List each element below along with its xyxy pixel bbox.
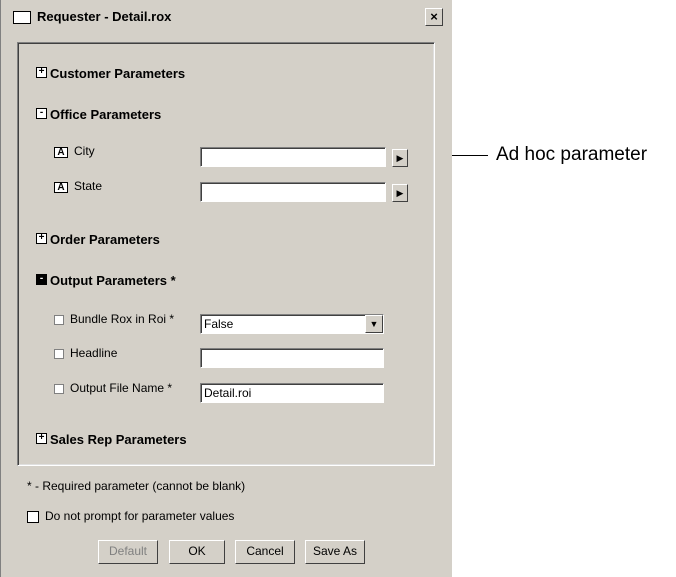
no-prompt-label: Do not prompt for parameter values	[45, 509, 235, 523]
no-prompt-option[interactable]: Do not prompt for parameter values	[27, 509, 234, 523]
parameters-panel: + Customer Parameters - Office Parameters …	[17, 42, 435, 466]
arrow-right-icon: ▶	[396, 153, 404, 163]
section-label: Customer Parameters	[50, 66, 186, 82]
city-input[interactable]	[200, 147, 386, 167]
city-arrow-button[interactable]: ▶	[392, 149, 408, 167]
section-label: Office Parameters	[50, 107, 162, 123]
filename-param-label: Output File Name *	[54, 381, 172, 395]
close-button[interactable]: ×	[425, 8, 443, 26]
ad-hoc-icon: A	[54, 182, 68, 193]
city-label: City	[74, 144, 95, 158]
section-sales-rep-parameters[interactable]: + Sales Rep Parameters	[36, 431, 187, 449]
headline-input[interactable]	[200, 348, 384, 368]
section-label: Output Parameters *	[50, 273, 176, 289]
collapse-icon[interactable]: -	[36, 274, 47, 286]
headline-checkbox[interactable]	[54, 348, 64, 359]
no-prompt-checkbox[interactable]	[27, 510, 39, 523]
state-input[interactable]	[200, 182, 386, 202]
bundle-label: Bundle Rox in Roi *	[70, 312, 175, 326]
default-button[interactable]: Default	[98, 540, 158, 564]
window-title: Requester - Detail.rox	[37, 9, 172, 24]
requester-dialog: Requester - Detail.rox × + Customer Param…	[0, 0, 452, 577]
state-label: State	[74, 179, 103, 193]
expand-icon[interactable]: +	[36, 233, 47, 245]
collapse-icon[interactable]: -	[36, 108, 47, 120]
window-icon	[13, 11, 31, 24]
section-customer-parameters[interactable]: + Customer Parameters	[36, 65, 185, 83]
expand-icon[interactable]: +	[36, 67, 47, 79]
chevron-down-icon: ▼	[369, 319, 379, 329]
bundle-select[interactable]: False	[200, 314, 384, 334]
arrow-right-icon: ▶	[396, 188, 404, 198]
title-bar: Requester - Detail.rox ×	[7, 6, 447, 30]
headline-label: Headline	[70, 346, 118, 360]
headline-param-label: Headline	[54, 346, 117, 360]
section-office-parameters[interactable]: - Office Parameters	[36, 106, 161, 124]
bundle-param-label: Bundle Rox in Roi *	[54, 312, 174, 326]
section-order-parameters[interactable]: + Order Parameters	[36, 231, 160, 249]
filename-label: Output File Name *	[70, 381, 173, 395]
filename-checkbox[interactable]	[54, 383, 64, 394]
cancel-button[interactable]: Cancel	[235, 540, 295, 564]
section-label: Order Parameters	[50, 232, 160, 248]
section-label: Sales Rep Parameters	[50, 432, 187, 448]
callout-line	[452, 155, 488, 156]
ok-button[interactable]: OK	[169, 540, 225, 564]
state-arrow-button[interactable]: ▶	[392, 184, 408, 202]
expand-icon[interactable]: +	[36, 433, 47, 445]
filename-input[interactable]: Detail.roi	[200, 383, 384, 403]
bundle-dropdown-button[interactable]: ▼	[365, 315, 383, 333]
state-param-label: A State	[54, 179, 102, 193]
section-output-parameters[interactable]: - Output Parameters *	[36, 272, 176, 290]
bundle-checkbox[interactable]	[54, 314, 64, 325]
ad-hoc-icon: A	[54, 147, 68, 158]
save-as-button[interactable]: Save As	[305, 540, 365, 564]
required-footnote: * - Required parameter (cannot be blank)	[27, 479, 246, 493]
callout-label: Ad hoc parameter	[496, 144, 648, 165]
city-param-label: A City	[54, 144, 95, 158]
